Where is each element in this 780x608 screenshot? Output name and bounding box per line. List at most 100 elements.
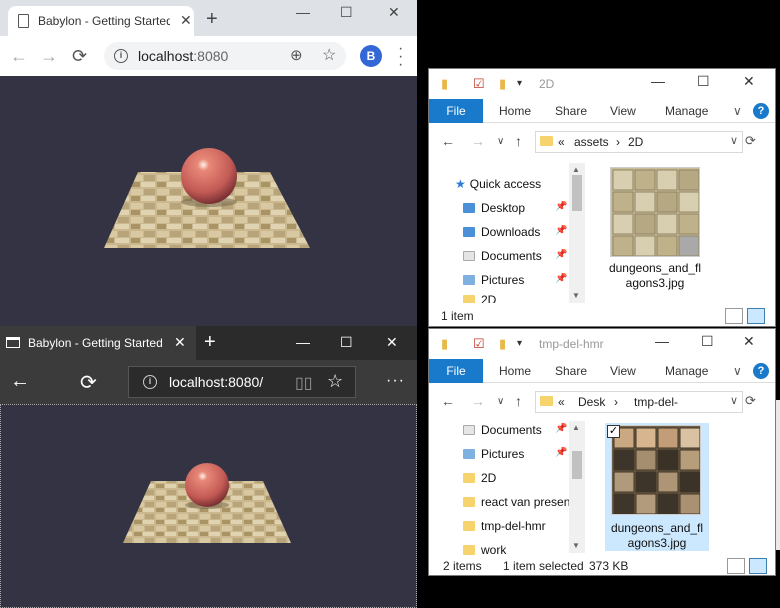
maximize-button[interactable]: ☐ <box>701 333 714 350</box>
minimize-button[interactable]: — <box>296 334 310 350</box>
nav-scrollbar[interactable]: ▲ ▼ <box>569 421 585 553</box>
new-folder-icon[interactable]: ▮ <box>499 76 506 92</box>
new-folder-icon[interactable]: ▮ <box>499 336 506 352</box>
properties-icon[interactable]: ☑ <box>473 76 485 92</box>
babylon-canvas[interactable] <box>0 404 417 608</box>
up-arrow-icon[interactable]: ↑ <box>515 133 522 149</box>
tab-close-icon[interactable]: ✕ <box>180 12 192 29</box>
babylon-canvas[interactable] <box>0 76 417 326</box>
properties-icon[interactable]: ☑ <box>473 336 485 352</box>
scrollbar-thumb[interactable] <box>572 175 582 211</box>
breadcrumb[interactable]: « Desk › tmp-del- ∨ <box>535 391 743 413</box>
info-icon[interactable]: i <box>114 49 128 63</box>
back-arrow-icon[interactable]: ← <box>441 133 455 149</box>
details-view-icon[interactable] <box>725 308 743 324</box>
file-tab[interactable]: File <box>429 359 483 383</box>
chrome-tab[interactable]: Babylon - Getting Started ✕ <box>8 6 194 36</box>
quick-access-dropdown-icon[interactable]: ▾ <box>517 78 522 89</box>
omnibox[interactable]: i localhost:8080 ⊕ ☆ <box>104 42 346 70</box>
reading-view-icon[interactable]: ▯▯ <box>295 373 313 393</box>
tree-item-pictures[interactable]: Pictures 📌 <box>463 273 573 293</box>
breadcrumb-desktop[interactable]: Desk <box>578 395 605 409</box>
forward-arrow-icon[interactable]: → <box>471 393 485 409</box>
scroll-down-icon[interactable]: ▼ <box>572 541 580 550</box>
back-arrow-icon[interactable]: ← <box>10 46 28 67</box>
tree-item-downloads[interactable]: Downloads 📌 <box>463 225 573 245</box>
tab-view[interactable]: View <box>610 104 636 118</box>
minimize-button[interactable]: — <box>651 73 665 89</box>
back-arrow-icon[interactable]: ← <box>441 393 455 409</box>
refresh-icon[interactable]: ⟳ <box>745 133 756 149</box>
favorite-star-icon[interactable]: ☆ <box>327 371 343 392</box>
quick-access-dropdown-icon[interactable]: ▾ <box>517 338 522 349</box>
breadcrumb-assets[interactable]: assets <box>574 135 609 149</box>
refresh-icon[interactable]: ⟳ <box>745 393 756 409</box>
tab-manage[interactable]: Manage <box>665 364 708 378</box>
more-icon[interactable]: ··· <box>386 372 405 390</box>
tree-item-desktop[interactable]: Desktop 📌 <box>463 201 573 221</box>
tree-item-2d[interactable]: 2D <box>463 293 496 303</box>
file-tab[interactable]: File <box>429 99 483 123</box>
checkbox-icon[interactable]: ✓ <box>607 425 620 438</box>
file-item-selected[interactable]: ✓ dungeons_and_fl agons3.jpg <box>605 423 709 551</box>
help-icon[interactable]: ? <box>753 103 769 119</box>
tree-item-documents[interactable]: Documents 📌 <box>463 423 573 443</box>
tree-item-documents[interactable]: Documents 📌 <box>463 249 573 269</box>
tab-share[interactable]: Share <box>555 104 587 118</box>
bookmark-star-icon[interactable]: ☆ <box>322 45 336 65</box>
chevron-down-icon[interactable]: ∨ <box>733 104 742 118</box>
new-tab-button[interactable]: + <box>204 331 216 354</box>
tab-manage[interactable]: Manage <box>665 104 708 118</box>
maximize-button[interactable]: ☐ <box>340 334 353 351</box>
file-item[interactable]: dungeons_and_fl agons3.jpg <box>605 165 705 295</box>
reload-icon[interactable]: ⟳ <box>80 370 97 395</box>
address-bar[interactable]: i localhost:8080/ ▯▯ ☆ <box>128 366 356 398</box>
tab-view[interactable]: View <box>610 364 636 378</box>
breadcrumb-2d[interactable]: 2D <box>628 135 643 149</box>
menu-kebab-icon[interactable]: · · · <box>398 41 403 73</box>
details-view-icon[interactable] <box>727 558 745 574</box>
tree-item-2d[interactable]: 2D <box>463 471 496 491</box>
tree-item-react-van-presen[interactable]: react van presen <box>463 495 569 515</box>
tree-item-work[interactable]: work <box>463 543 506 555</box>
up-arrow-icon[interactable]: ↑ <box>515 393 522 409</box>
new-tab-button[interactable]: + <box>206 8 218 31</box>
breadcrumb-tmp-del[interactable]: tmp-del- <box>634 395 678 409</box>
avatar[interactable]: B <box>360 45 382 67</box>
recent-dropdown-icon[interactable]: ∨ <box>497 136 504 147</box>
nav-scrollbar[interactable]: ▲ ▼ <box>569 163 585 303</box>
tab-share[interactable]: Share <box>555 364 587 378</box>
close-window-button[interactable]: ✕ <box>388 4 400 21</box>
tab-home[interactable]: Home <box>499 364 531 378</box>
large-icons-view-icon[interactable] <box>747 308 765 324</box>
recent-dropdown-icon[interactable]: ∨ <box>497 396 504 407</box>
close-window-button[interactable]: ✕ <box>386 334 398 351</box>
tab-close-icon[interactable]: ✕ <box>174 334 186 351</box>
help-icon[interactable]: ? <box>753 363 769 379</box>
scroll-up-icon[interactable]: ▲ <box>572 423 580 432</box>
chevron-down-icon[interactable]: ∨ <box>730 134 738 147</box>
scroll-down-icon[interactable]: ▼ <box>572 291 580 300</box>
tab-home[interactable]: Home <box>499 104 531 118</box>
info-icon[interactable]: i <box>143 375 157 389</box>
large-icons-view-icon[interactable] <box>749 558 767 574</box>
zoom-icon[interactable]: ⊕ <box>290 46 303 64</box>
reload-icon[interactable]: ⟳ <box>72 46 87 67</box>
chevron-down-icon[interactable]: ∨ <box>730 394 738 407</box>
edge-tab[interactable]: Babylon - Getting Started ✕ <box>0 326 196 360</box>
maximize-button[interactable]: ☐ <box>697 73 710 90</box>
forward-arrow-icon[interactable]: → <box>40 46 58 67</box>
breadcrumb[interactable]: « assets › 2D ∨ <box>535 131 743 153</box>
tree-item-pictures[interactable]: Pictures 📌 <box>463 447 573 467</box>
tree-item-tmp-del-hmr[interactable]: tmp-del-hmr <box>463 519 546 539</box>
back-arrow-icon[interactable]: ← <box>10 370 30 393</box>
scroll-up-icon[interactable]: ▲ <box>572 165 580 174</box>
minimize-button[interactable]: — <box>655 333 669 349</box>
close-window-button[interactable]: ✕ <box>743 73 755 90</box>
maximize-button[interactable]: ☐ <box>340 4 353 21</box>
scrollbar-thumb[interactable] <box>572 451 582 479</box>
chevron-down-icon[interactable]: ∨ <box>733 364 742 378</box>
minimize-button[interactable]: — <box>296 4 310 20</box>
tree-item-quick-access[interactable]: ★ Quick access <box>455 177 541 197</box>
close-window-button[interactable]: ✕ <box>743 333 755 350</box>
